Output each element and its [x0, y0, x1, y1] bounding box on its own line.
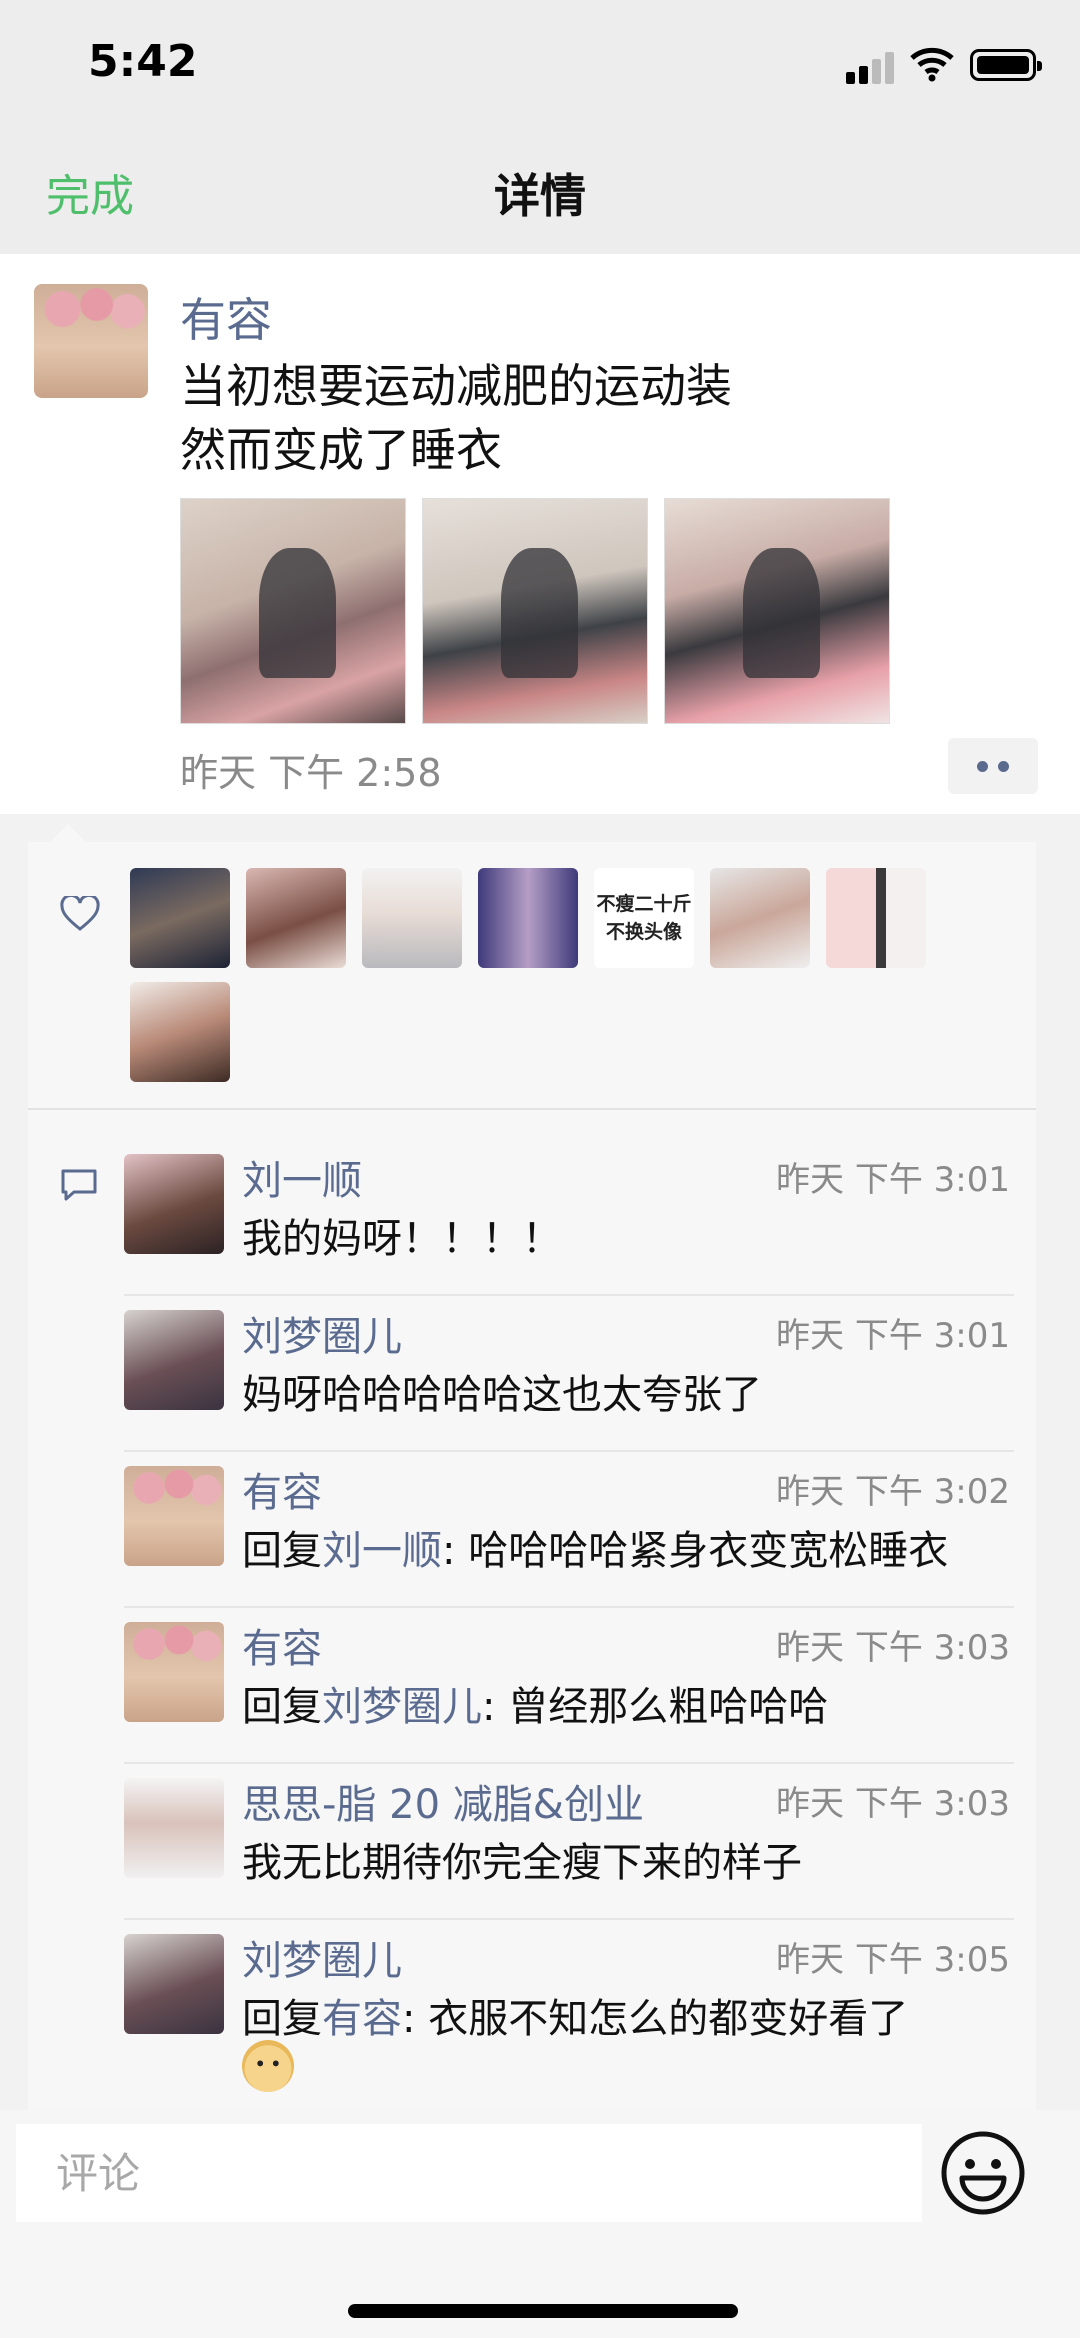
home-indicator[interactable] [348, 2304, 738, 2318]
comment-text: 我的妈呀！！！！ [242, 1206, 562, 1264]
commenter-name[interactable]: 思思-脂 20 减脂&创业 [242, 1772, 644, 1830]
post-author-name[interactable]: 有容 [180, 284, 272, 350]
post-timestamp: 昨天 下午 2:58 [180, 751, 442, 795]
commenter-avatar[interactable] [124, 1466, 224, 1566]
page-title: 详情 [494, 169, 586, 223]
liker-avatar-2[interactable] [246, 868, 346, 968]
comment-input-bar [0, 2110, 1080, 2338]
comment-timestamp: 昨天 下午 3:01 [776, 1316, 1010, 1356]
comment-timestamp: 昨天 下午 3:03 [776, 1784, 1010, 1824]
comment-separator [124, 1294, 1014, 1296]
author-avatar[interactable] [34, 284, 148, 398]
comment-separator [124, 1918, 1014, 1920]
comment-item[interactable]: 刘梦圈儿 昨天 下午 3:01 妈呀哈哈哈哈哈这也太夸张了 [124, 1294, 1036, 1450]
commenter-avatar[interactable] [124, 1622, 224, 1722]
liker-avatar-4[interactable] [478, 868, 578, 968]
liker-avatar-5[interactable]: 不瘦二十斤 不换头像 [594, 868, 694, 968]
status-bar: 5:42 [0, 0, 1080, 130]
likes-divider [28, 1108, 1036, 1110]
post-photo-1[interactable] [180, 498, 406, 724]
reply-to-name[interactable]: 有容 [322, 1996, 402, 2042]
liker-avatar-7[interactable] [826, 868, 926, 968]
comment-separator [124, 1762, 1014, 1764]
comment-content: 我无比期待你完全瘦下来的样子 [242, 1840, 802, 1886]
heart-icon [60, 896, 100, 931]
comment-timestamp: 昨天 下午 3:05 [776, 1940, 1010, 1980]
reply-to-name[interactable]: 刘一顺 [322, 1528, 442, 1574]
liker-avatar-1[interactable] [130, 868, 230, 968]
comment-input[interactable] [16, 2124, 922, 2222]
comment-item[interactable]: 刘一顺 昨天 下午 3:01 我的妈呀！！！！ [124, 1138, 1036, 1294]
comment-item[interactable]: 有容 昨天 下午 3:02 回复刘一顺: 哈哈哈哈紧身衣变宽松睡衣 [124, 1450, 1036, 1606]
commenter-name[interactable]: 刘梦圈儿 [242, 1928, 402, 1986]
commenter-avatar[interactable] [124, 1310, 224, 1410]
commenter-name[interactable]: 有容 [242, 1460, 322, 1518]
liker-avatar-8[interactable] [130, 982, 230, 1082]
comment-separator [124, 1450, 1014, 1452]
more-actions-button[interactable] [948, 738, 1038, 794]
doge-emoji-icon [242, 2040, 294, 2092]
liker-avatar-text-2: 不换头像 [605, 921, 682, 943]
moment-post: 有容 当初想要运动减肥的运动装 然而变成了睡衣 昨天 下午 2:58 [0, 254, 1080, 814]
comment-text: 回复刘一顺: 哈哈哈哈紧身衣变宽松睡衣 [242, 1518, 948, 1576]
status-time: 5:42 [88, 36, 198, 87]
comment-item[interactable]: 刘梦圈儿 昨天 下午 3:05 回复有容: 衣服不知怎么的都变好看了 [124, 1918, 1036, 2110]
post-photo-2[interactable] [422, 498, 648, 724]
cellular-signal-icon [846, 50, 896, 84]
emoji-button-icon[interactable] [940, 2130, 1026, 2216]
battery-icon [970, 49, 1042, 81]
liker-avatar-3[interactable] [362, 868, 462, 968]
reply-prefix: 回复 [242, 1528, 322, 1574]
commenter-avatar[interactable] [124, 1778, 224, 1878]
commenter-avatar[interactable] [124, 1934, 224, 2034]
comment-timestamp: 昨天 下午 3:03 [776, 1628, 1010, 1668]
comment-content: 妈呀哈哈哈哈哈这也太夸张了 [242, 1372, 762, 1418]
comment-content: : 曾经那么粗哈哈哈 [482, 1684, 829, 1730]
commenter-avatar[interactable] [124, 1154, 224, 1254]
comment-separator [124, 1606, 1014, 1608]
comment-content: : 哈哈哈哈紧身衣变宽松睡衣 [442, 1528, 949, 1574]
comment-timestamp: 昨天 下午 3:01 [776, 1160, 1010, 1200]
comment-icon [61, 1169, 97, 1201]
comment-item[interactable]: 思思-脂 20 减脂&创业 昨天 下午 3:03 我无比期待你完全瘦下来的样子 [124, 1762, 1036, 1918]
reply-to-name[interactable]: 刘梦圈儿 [322, 1684, 482, 1730]
wifi-icon [910, 47, 954, 82]
comment-text: 回复刘梦圈儿: 曾经那么粗哈哈哈 [242, 1674, 828, 1732]
comment-item[interactable]: 有容 昨天 下午 3:03 回复刘梦圈儿: 曾经那么粗哈哈哈 [124, 1606, 1036, 1762]
comment-text: 回复有容: 衣服不知怎么的都变好看了 [242, 1986, 908, 2044]
post-text: 当初想要运动减肥的运动装 然而变成了睡衣 [180, 359, 732, 477]
liker-avatar-text-1: 不瘦二十斤 [596, 893, 692, 915]
post-photo-3[interactable] [664, 498, 890, 724]
reply-prefix: 回复 [242, 1684, 322, 1730]
comment-content: 我的妈呀！！！！ [242, 1216, 562, 1262]
comment-timestamp: 昨天 下午 3:02 [776, 1472, 1010, 1512]
comment-text: 妈呀哈哈哈哈哈这也太夸张了 [242, 1362, 762, 1420]
commenter-name[interactable]: 有容 [242, 1616, 322, 1674]
commenter-name[interactable]: 刘梦圈儿 [242, 1304, 402, 1362]
interaction-panel: 不瘦二十斤 不换头像 刘一顺 昨天 下午 3:01 我的妈呀！！！！ 刘梦圈儿 … [28, 824, 1036, 2110]
comment-text: 我无比期待你完全瘦下来的样子 [242, 1830, 802, 1888]
liker-avatar-6[interactable] [710, 868, 810, 968]
comment-content: : 衣服不知怎么的都变好看了 [402, 1996, 909, 2042]
commenter-name[interactable]: 刘一顺 [242, 1148, 362, 1206]
reply-prefix: 回复 [242, 1996, 322, 2042]
nav-bar: 完成 详情 [0, 130, 1080, 254]
